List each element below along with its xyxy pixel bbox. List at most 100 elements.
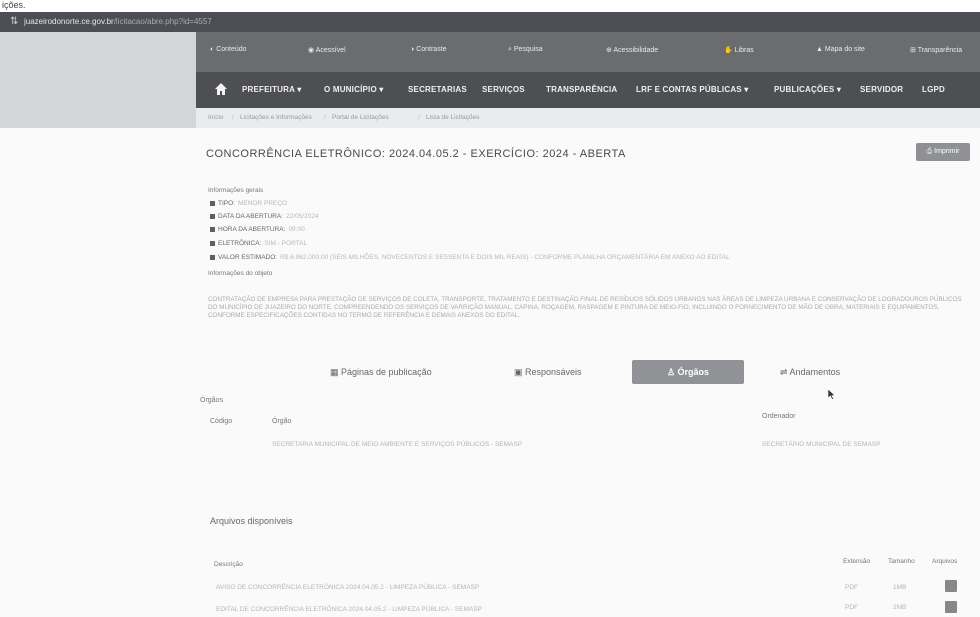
info-row-tipo: TIPO: MENOR PREÇO [210,200,287,207]
mouse-cursor-icon [828,389,836,400]
file-size: 2MB [893,604,907,611]
info-key: DATA DA ABERTURA: [218,213,284,220]
info-value: 09:00 [288,226,305,233]
tab-label: Órgãos [677,367,710,377]
file-description: AVISO DE CONCORRÊNCIA ELETRÔNICA 2024.04… [216,584,480,591]
bullet-icon [210,213,215,219]
object-description: CONTRATAÇÃO DE EMPRESA PARA PRESTAÇÃO DE… [208,296,962,320]
site-info-icon[interactable]: ⇅ [10,16,18,27]
acc-item-acessibilidade[interactable]: ⊕ Acessibilidade [606,46,658,54]
breadcrumb-item[interactable]: Licitações e Informações [240,114,312,121]
object-info-heading: Informações do objeto [208,270,273,277]
table-cell-ordenador: SECRETÁRIO MUNICIPAL DE SEMASP [762,441,881,448]
print-button-label: Imprimir [934,148,960,155]
file-description: EDITAL DE CONCORRÊNCIA ELETRÔNICA 2024.0… [216,606,482,613]
general-info-heading: Informações gerais [208,187,264,194]
acc-item-pesquisa[interactable]: ⌕ Pesquisa [508,46,543,54]
orgaos-heading: Órgãos [200,397,223,404]
acc-item-label: Contraste [416,46,447,53]
table-cell-orgao: SECRETARIA MUNICIPAL DE MEIO AMBIENTE E … [272,441,523,448]
nav-lrf[interactable]: LRF E CONTAS PÚBLICAS ▾ [636,85,748,94]
calendar-icon: ▦ [330,367,342,377]
breadcrumb-item[interactable]: Lista de Licitações [426,114,479,121]
tab-strip-text: ições. [2,0,26,10]
acc-item-transparencia[interactable]: ⊞ Transparência [910,46,962,54]
acc-item-contraste[interactable]: ◑ Contraste [410,46,447,53]
tab-label: Responsáveis [525,367,582,377]
info-key: HORA DA ABERTURA: [218,226,286,233]
acc-item-label: Libras [734,47,754,54]
column-header-tamanho: Tamanho [888,558,915,565]
info-row-eletronica: ELETRÔNICA: SIM - PORTAL [210,240,307,247]
acc-item-conteudo[interactable]: ◐ Conteúdo [210,46,247,53]
info-key: ELETRÔNICA: [218,240,262,247]
print-icon: ⎙ [926,148,935,155]
tab-label: Páginas de publicação [341,367,432,377]
acc-item-label: Acessível [315,47,346,54]
accessibility-bar: ◐ Conteúdo ◉ Acessível ◑ Contraste ⌕ Pes… [196,32,980,72]
breadcrumb-item[interactable]: Portal de Licitações [332,114,389,121]
file-size: 1MB [893,584,907,591]
breadcrumb-separator: / [324,114,326,121]
column-header-descricao: Descrição [214,561,243,568]
id-card-icon: ▣ [514,367,526,377]
bullet-icon [210,200,215,206]
info-row-valor: VALOR ESTIMADO: R$ 6.962.000,00 (SEIS MIL… [210,254,730,261]
bullet-icon [210,240,215,246]
acc-item-libras[interactable]: ✋ Libras [724,46,754,54]
info-row-data: DATA DA ABERTURA: 22/05/2024 [210,213,319,220]
bullet-icon [210,254,215,260]
steps-icon: ⇌ [780,367,790,377]
address-bar[interactable]: ⇅ juazeirodonorte.ce.gov.br/licitacao/ab… [0,12,980,32]
file-extension: PDF [845,604,858,611]
info-value: MENOR PREÇO [237,200,288,207]
nav-prefeitura[interactable]: PREFEITURA ▾ [242,85,301,94]
main-navigation: PREFEITURA ▾ O MUNICÍPIO ▾ SECRETARIAS S… [196,72,980,108]
breadcrumb-item[interactable]: Início [208,114,224,121]
info-value: SIM - PORTAL [264,240,308,247]
breadcrumb-separator: / [232,114,234,121]
column-header-codigo: Código [210,418,233,425]
file-extension: PDF [845,584,858,591]
nav-municipio[interactable]: O MUNICÍPIO ▾ [324,85,384,94]
acc-item-label: Transparência [917,47,963,54]
url-path: /licitacao/abre.php?id=4557 [113,17,212,26]
acc-item-label: Acessibilidade [613,47,659,54]
acc-item-label: Pesquisa [513,46,543,53]
column-header-ordenador: Ordenador [762,413,796,420]
tab-andamentos[interactable]: ⇌ Andamentos [780,360,840,384]
acc-item-mapa[interactable]: ▲ Mapa do site [816,46,865,53]
breadcrumb: Início / Licitações e Informações / Port… [196,108,980,128]
info-value: 22/05/2024 [286,213,319,220]
info-key: VALOR ESTIMADO: [218,254,278,261]
page-title: CONCORRÊNCIA ELETRÔNICO: 2024.04.05.2 - … [206,148,626,160]
info-row-hora: HORA DA ABERTURA: 09:00 [210,226,305,233]
bullet-icon [210,226,215,232]
column-header-extensao: Extensão [843,558,871,565]
tab-responsaveis[interactable]: ▣ Responsáveis [514,360,582,384]
breadcrumb-separator: / [418,114,420,121]
info-value: R$ 6.962.000,00 (SEIS MILHÕES, NOVECENTO… [280,254,730,261]
info-key: TIPO: [218,200,235,207]
tab-paginas-publicacao[interactable]: ▦ Páginas de publicação [330,360,432,384]
url-domain: juazeirodonorte.ce.gov.br [24,17,114,26]
download-icon[interactable] [945,580,957,592]
left-margin [0,32,196,128]
files-heading: Arquivos disponíveis [210,516,293,526]
nav-transparencia[interactable]: TRANSPARÊNCIA [546,85,617,94]
print-button[interactable]: ⎙ Imprimir [916,143,970,161]
download-icon[interactable] [945,601,957,613]
column-header-orgao: Órgão [272,418,292,425]
address-url[interactable]: juazeirodonorte.ce.gov.br/licitacao/abre… [24,17,212,26]
nav-servicos[interactable]: SERVIÇOS [482,85,525,94]
home-icon[interactable] [214,82,228,96]
nav-servidor[interactable]: SERVIDOR [860,85,903,94]
tab-orgaos[interactable]: ♙ Órgãos [632,360,744,384]
acc-item-acessivel[interactable]: ◉ Acessível [308,46,346,54]
nav-lgpd[interactable]: LGPD [922,85,945,94]
column-header-arquivos: Arquivos [932,558,958,565]
building-icon: ♙ [666,367,678,377]
nav-publicacoes[interactable]: PUBLICAÇÕES ▾ [774,85,841,94]
nav-secretarias[interactable]: SECRETARIAS [408,85,467,94]
acc-item-label: Conteúdo [216,46,247,53]
